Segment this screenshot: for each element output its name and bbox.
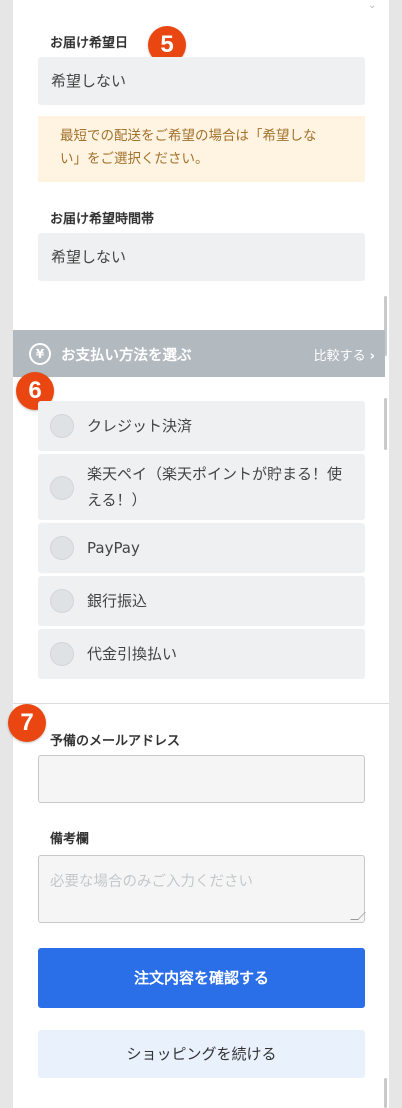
compare-label: 比較する [313,349,366,364]
payment-option-credit[interactable]: クレジット決済 [38,401,365,451]
backup-email-label: 予備のメールアドレス [50,734,181,749]
radio-button[interactable] [50,414,74,438]
payment-option-cod[interactable]: 代金引換払い [38,629,365,679]
delivery-notice: 最短での配送をご希望の場合は「希望しな い」をご選択ください。 [38,116,365,182]
yen-icon: ¥ [29,343,51,365]
backup-email-input[interactable] [38,755,365,803]
continue-shopping-button[interactable]: ショッピングを続ける [38,1030,365,1078]
notes-label: 備考欄 [50,832,90,847]
delivery-date-select[interactable]: 希望しない [38,57,365,105]
payment-section-header: ¥ お支払い方法を選ぶ 比較する › [13,330,385,377]
notes-placeholder: 必要な場合のみご入力ください [50,874,253,890]
section-divider [13,703,389,704]
notice-line: 最短での配送をご希望の場合は「希望しな [60,128,317,144]
delivery-time-select[interactable]: 希望しない [38,233,365,281]
payment-option-paypay[interactable]: PayPay [38,523,365,573]
payment-option-label: 代金引換払い [87,645,178,663]
radio-button[interactable] [50,536,74,560]
scrollbar-thumb[interactable] [384,1078,387,1108]
compare-link[interactable]: 比較する › [314,345,375,364]
step-badge-7: 7 [8,704,46,742]
notice-line: い」をご選択ください。 [60,151,209,167]
delivery-date-label: お届け希望日 [50,36,129,51]
radio-button[interactable] [50,642,74,666]
payment-options: クレジット決済 楽天ペイ（楽天ポイントが貯まる！使える！） PayPay 銀行振… [38,401,365,682]
resize-handle-icon[interactable] [350,912,366,920]
confirm-order-button[interactable]: 注文内容を確認する [38,948,365,1008]
payment-option-bank-transfer[interactable]: 銀行振込 [38,576,365,626]
chevron-right-icon: › [369,349,375,364]
radio-button[interactable] [50,589,74,613]
payment-option-label: 銀行振込 [87,592,148,610]
payment-title: お支払い方法を選ぶ [61,348,192,364]
scroll-arrow-icon: ⌄ [368,0,377,11]
delivery-time-label: お届け希望時間帯 [50,212,155,227]
payment-option-label: PayPay [87,539,140,557]
payment-option-label: 楽天ペイ（楽天ポイントが貯まる！使える！） [87,465,343,509]
radio-button[interactable] [50,476,74,500]
payment-option-rakuten-pay[interactable]: 楽天ペイ（楽天ポイントが貯まる！使える！） [38,454,365,520]
notes-textarea[interactable]: 必要な場合のみご入力ください [38,855,366,923]
scrollbar-thumb[interactable] [384,398,387,450]
payment-option-label: クレジット決済 [87,417,193,435]
